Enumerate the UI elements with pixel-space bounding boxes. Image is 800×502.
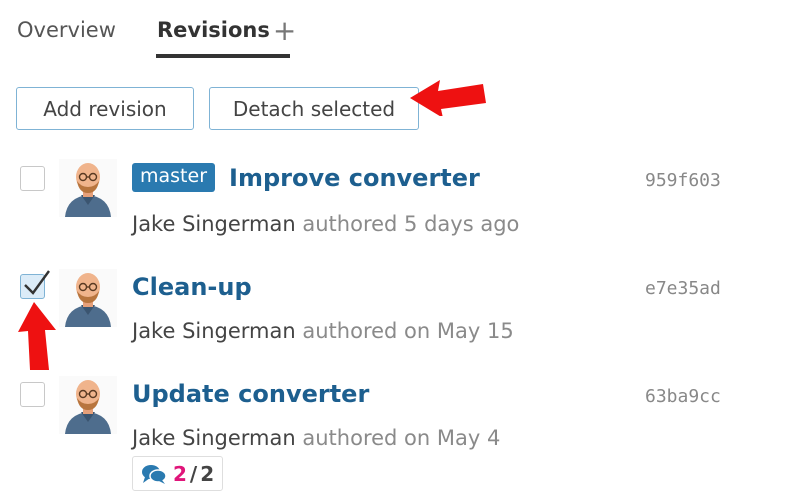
revision-title-line: Clean-up: [132, 273, 252, 301]
bald-man-avatar-icon: [59, 159, 117, 217]
revision-title[interactable]: Clean-up: [132, 273, 252, 301]
revision-meta: Jake Singerman authored 5 days ago: [132, 212, 519, 236]
author-name[interactable]: Jake Singerman: [132, 212, 296, 236]
tab-overview[interactable]: Overview: [17, 18, 116, 42]
comments-icon: [142, 464, 167, 484]
annotation-arrow-up-icon: [18, 302, 56, 370]
revision-meta: Jake Singerman authored on May 4: [132, 426, 500, 450]
authored-time: authored on May 4: [295, 426, 501, 450]
bald-man-avatar-icon: [59, 376, 117, 434]
authored-time: authored 5 days ago: [295, 212, 520, 236]
avatar: [59, 159, 117, 217]
revision-hash[interactable]: 63ba9cc: [645, 386, 721, 407]
checkmark-icon: [24, 270, 50, 295]
detach-selected-button[interactable]: Detach selected: [209, 87, 419, 130]
revision-title-line: Update converter: [132, 380, 369, 408]
revision-hash[interactable]: e7e35ad: [645, 278, 721, 299]
revision-hash[interactable]: 959f603: [645, 170, 721, 191]
comments-separator: /: [189, 461, 198, 486]
author-name[interactable]: Jake Singerman: [132, 426, 296, 450]
tab-revisions[interactable]: Revisions +: [157, 17, 296, 45]
revision-meta: Jake Singerman authored on May 15: [132, 319, 514, 343]
revision-checkbox-checked[interactable]: [20, 270, 50, 299]
add-tab-plus-icon[interactable]: +: [273, 14, 296, 47]
tab-bar: Overview Revisions +: [16, 14, 316, 58]
author-name[interactable]: Jake Singerman: [132, 319, 296, 343]
comments-resolved-count: 2: [173, 461, 187, 486]
authored-time: authored on May 15: [295, 319, 514, 343]
avatar: [59, 269, 117, 327]
tab-revisions-label: Revisions: [157, 18, 270, 42]
revision-title[interactable]: Improve converter: [229, 164, 480, 192]
revision-title-line: master Improve converter: [132, 163, 480, 192]
annotation-arrow-left-icon: [410, 80, 486, 116]
active-tab-underline: [156, 54, 290, 58]
revision-checkbox[interactable]: [20, 166, 45, 191]
comments-total-count: 2: [200, 461, 215, 486]
branch-badge[interactable]: master: [132, 163, 216, 192]
revision-title[interactable]: Update converter: [132, 380, 369, 408]
bald-man-avatar-icon: [59, 269, 117, 327]
add-revision-button[interactable]: Add revision: [16, 87, 194, 130]
revision-checkbox[interactable]: [20, 382, 45, 407]
avatar: [59, 376, 117, 434]
comments-counter[interactable]: 2/2: [132, 456, 224, 491]
